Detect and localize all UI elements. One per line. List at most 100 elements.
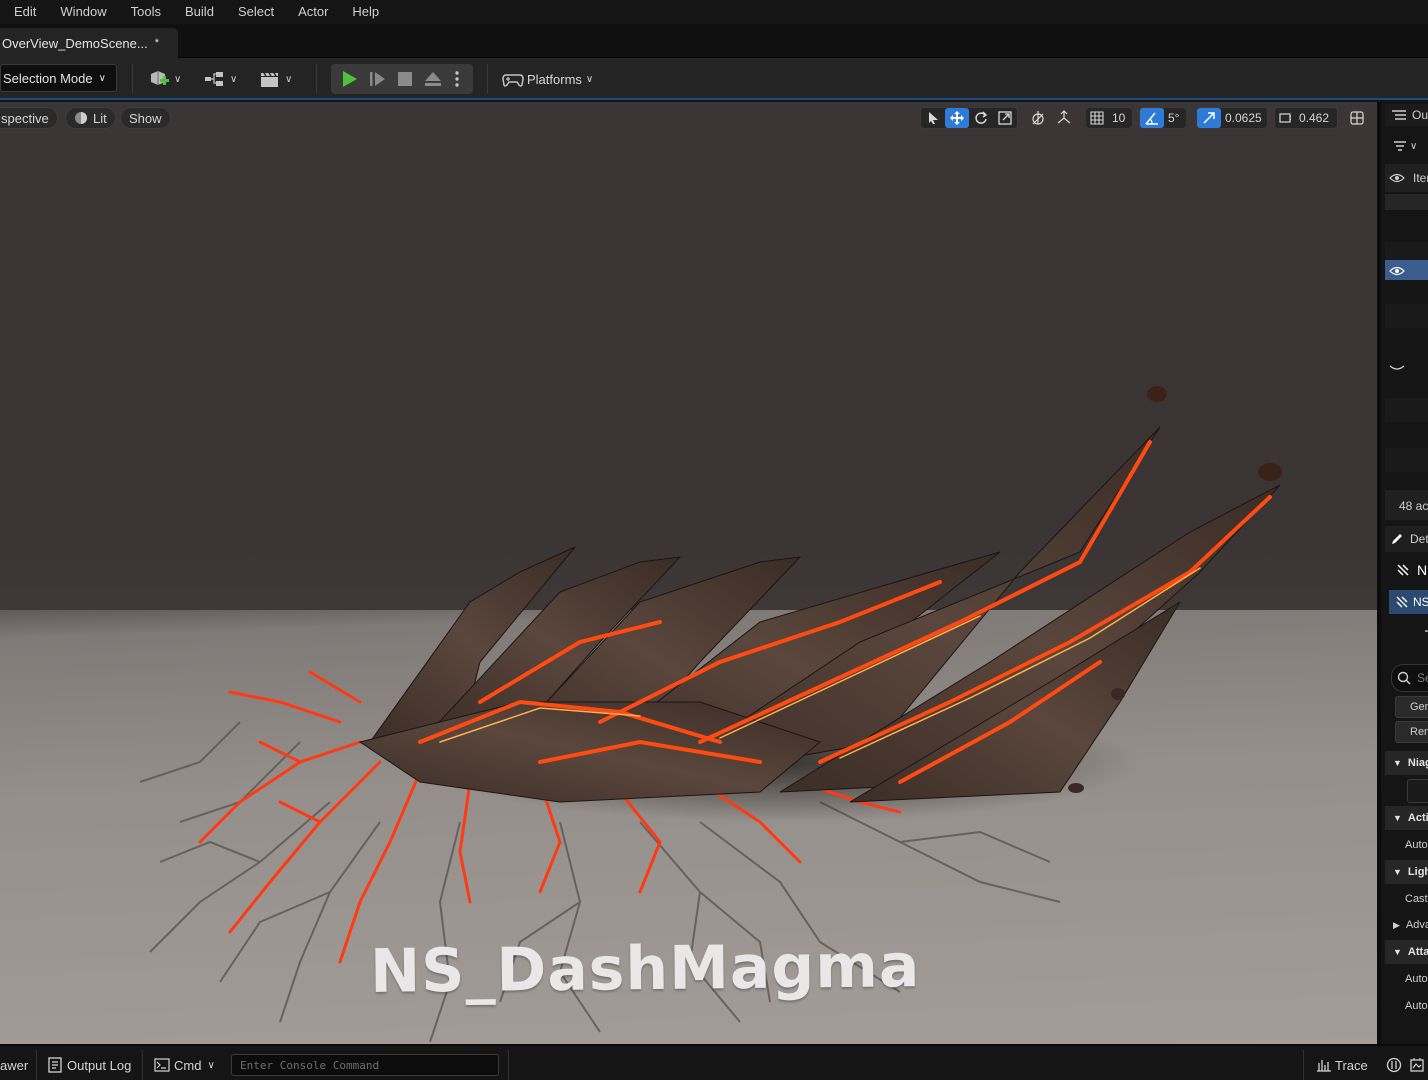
play-button[interactable] bbox=[339, 69, 359, 89]
chevron-down-icon: ∨ bbox=[585, 73, 594, 85]
outliner-visibility-toggle[interactable] bbox=[1385, 360, 1428, 376]
menu-edit[interactable]: Edit bbox=[0, 0, 48, 24]
rotate-tool-button[interactable] bbox=[969, 108, 993, 128]
rotation-snap-value[interactable]: 5° bbox=[1164, 108, 1183, 128]
outliner-row[interactable] bbox=[1385, 398, 1428, 422]
scale-tool-button[interactable] bbox=[993, 108, 1017, 128]
collapse-arrow-icon: ▶ bbox=[1393, 919, 1400, 930]
section-lighting[interactable]: ▼ Light bbox=[1385, 862, 1428, 882]
menu-window[interactable]: Window bbox=[48, 0, 118, 24]
rotation-snap-group[interactable]: 5° bbox=[1139, 107, 1187, 129]
section-lighting-label: Light bbox=[1407, 866, 1428, 878]
platforms-dropdown[interactable]: Platforms ∨ bbox=[502, 66, 593, 92]
details-search-placeholder: Se bbox=[1417, 671, 1428, 685]
menu-tools[interactable]: Tools bbox=[119, 0, 173, 24]
filter-rendering-button[interactable]: Rend bbox=[1395, 721, 1428, 743]
property-cast-shadow: Cast bbox=[1405, 893, 1428, 905]
advance-frame-button[interactable] bbox=[367, 69, 387, 89]
outliner-tab[interactable]: Out bbox=[1385, 104, 1428, 126]
content-drawer-button[interactable]: awer bbox=[0, 1052, 28, 1078]
camera-speed-value[interactable]: 0.462 bbox=[1295, 108, 1333, 128]
niagara-asset-field[interactable] bbox=[1407, 779, 1428, 803]
perspective-button[interactable]: spective bbox=[0, 107, 58, 129]
details-tab-header[interactable]: Det bbox=[1385, 528, 1428, 550]
world-local-toggle[interactable] bbox=[1025, 108, 1051, 128]
stop-icon bbox=[398, 72, 412, 86]
document-tab-row: OverView_DemoScene... * bbox=[0, 24, 1428, 58]
expand-arrow-icon: ▼ bbox=[1393, 947, 1402, 957]
translate-tool-button[interactable] bbox=[945, 108, 969, 128]
scale-snap-value[interactable]: 0.0625 bbox=[1221, 108, 1266, 128]
revision-control-button[interactable] bbox=[1409, 1052, 1425, 1078]
section-advanced[interactable]: ▶ Adva bbox=[1385, 915, 1428, 935]
section-niagara[interactable]: ▼ Niag bbox=[1385, 753, 1428, 773]
cinematics-button[interactable]: ∨ bbox=[259, 66, 292, 92]
viewport-layout-toggle[interactable] bbox=[1346, 108, 1368, 128]
grid-snap-toggle[interactable] bbox=[1086, 108, 1108, 128]
gamepad-icon bbox=[502, 74, 524, 87]
component-tree-child[interactable]: ▁ bbox=[1385, 616, 1428, 634]
add-actor-button[interactable]: ∨ bbox=[148, 66, 181, 92]
grid-snap-value[interactable]: 10 bbox=[1108, 108, 1129, 128]
details-search-row: Se bbox=[1385, 668, 1428, 688]
camera-speed-toggle[interactable] bbox=[1275, 108, 1295, 128]
level-viewport[interactable]: NS_DashMagma spective Lit Show 10 5° 0.0… bbox=[0, 102, 1377, 1044]
blueprints-button[interactable]: ∨ bbox=[204, 66, 237, 92]
outliner-row[interactable] bbox=[1385, 448, 1428, 472]
viewport-layout-button[interactable] bbox=[1346, 107, 1370, 129]
transform-tools bbox=[920, 107, 1018, 129]
pencil-icon bbox=[1392, 534, 1402, 544]
outliner-row[interactable] bbox=[1385, 194, 1428, 210]
outliner-tab-label: Out bbox=[1412, 108, 1428, 122]
property-auto-activate: Auto bbox=[1405, 839, 1428, 851]
scale-icon bbox=[998, 111, 1012, 125]
cmd-dropdown[interactable]: Cmd ∨ bbox=[154, 1052, 215, 1078]
camera-speed-group[interactable]: 0.462 bbox=[1274, 107, 1338, 129]
angle-icon bbox=[1145, 112, 1158, 125]
section-activation[interactable]: ▼ Activ bbox=[1385, 808, 1428, 828]
menu-build[interactable]: Build bbox=[173, 0, 226, 24]
grid-snap-group[interactable]: 10 bbox=[1085, 107, 1133, 129]
view-mode-button[interactable]: Lit bbox=[65, 107, 116, 129]
trace-button[interactable]: Trace bbox=[1316, 1052, 1368, 1078]
outliner-visibility-toggle[interactable] bbox=[1385, 262, 1428, 280]
source-control-button[interactable] bbox=[1386, 1052, 1402, 1078]
filter-general-button[interactable]: Gene bbox=[1395, 696, 1428, 718]
rotation-snap-toggle[interactable] bbox=[1140, 108, 1164, 128]
status-divider bbox=[36, 1050, 37, 1080]
eject-button[interactable] bbox=[423, 69, 443, 89]
outliner-icon bbox=[1392, 110, 1406, 120]
section-activation-label: Activ bbox=[1407, 812, 1428, 824]
search-icon bbox=[1397, 671, 1411, 685]
eye-closed-icon bbox=[1389, 365, 1405, 370]
eye-icon bbox=[1389, 173, 1405, 183]
selected-component-label: NS bbox=[1413, 595, 1428, 609]
scale-snap-toggle[interactable] bbox=[1197, 108, 1221, 128]
scale-snap-group[interactable]: 0.0625 bbox=[1196, 107, 1268, 129]
chevron-down-icon: ∨ bbox=[207, 1059, 215, 1071]
show-flags-button[interactable]: Show bbox=[120, 107, 171, 129]
image-compare-icon bbox=[1410, 1058, 1424, 1072]
component-tree-item[interactable]: NS bbox=[1385, 592, 1428, 612]
surface-snap-toggle[interactable] bbox=[1051, 108, 1077, 128]
stop-button[interactable] bbox=[395, 69, 415, 89]
move-arrows-icon bbox=[950, 111, 964, 125]
level-tab[interactable]: OverView_DemoScene... * bbox=[0, 28, 178, 58]
section-attachment[interactable]: ▼ Attac bbox=[1385, 942, 1428, 962]
content-drawer-label: awer bbox=[0, 1057, 29, 1073]
menu-help[interactable]: Help bbox=[340, 0, 391, 24]
chevron-down-icon: ∨ bbox=[174, 73, 182, 85]
outliner-filter-button[interactable]: ∨ bbox=[1385, 135, 1428, 157]
selection-mode-dropdown[interactable]: Selection Mode ∨ bbox=[0, 64, 117, 92]
output-log-button[interactable]: Output Log bbox=[48, 1052, 131, 1078]
play-options-button[interactable] bbox=[451, 69, 463, 89]
menu-select[interactable]: Select bbox=[226, 0, 286, 24]
select-tool-button[interactable] bbox=[921, 108, 945, 128]
coordinate-tools bbox=[1025, 107, 1081, 129]
outliner-row[interactable] bbox=[1385, 304, 1428, 328]
menu-actor[interactable]: Actor bbox=[286, 0, 340, 24]
menu-bar: Edit Window Tools Build Select Actor Hel… bbox=[0, 0, 1428, 24]
log-icon bbox=[48, 1057, 62, 1073]
outliner-column-header: Iter bbox=[1385, 166, 1428, 190]
console-command-input[interactable] bbox=[231, 1054, 499, 1076]
